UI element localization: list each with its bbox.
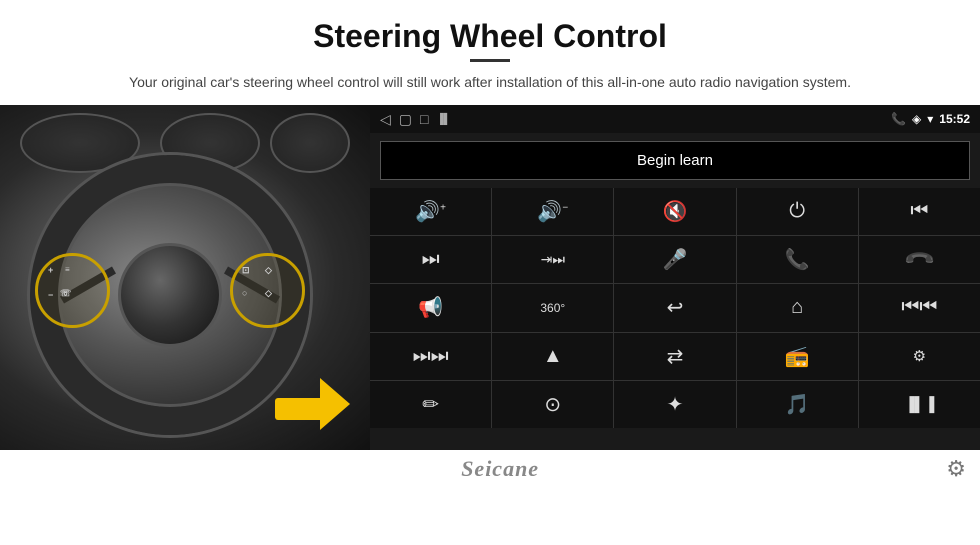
360-view-icon: 360° bbox=[540, 301, 565, 315]
mic-icon: 🎤 bbox=[663, 247, 688, 272]
prev-track-button[interactable]: ⏮ bbox=[859, 188, 980, 235]
skip-forward-icon: ⇥⏭ bbox=[541, 251, 565, 268]
bottom-bar: Seicane ⚙ bbox=[0, 450, 980, 488]
begin-learn-button[interactable]: Begin learn bbox=[380, 141, 970, 180]
seicane-logo: Seicane bbox=[461, 456, 539, 482]
vol-up-btn: + bbox=[48, 265, 53, 275]
signal-icon: ▐▌ bbox=[436, 114, 450, 125]
horn-icon: 📢 bbox=[418, 295, 443, 320]
bluetooth-icon: ✦ bbox=[667, 392, 684, 417]
volume-down-icon: 🔊− bbox=[537, 199, 568, 224]
recents-nav-icon[interactable]: □ bbox=[420, 111, 428, 127]
back-icon: ↩ bbox=[667, 295, 684, 320]
power-button[interactable]: ⏻ bbox=[737, 188, 858, 235]
phone-btn: ☏ bbox=[60, 288, 71, 299]
vol-dn-btn: − bbox=[48, 290, 53, 300]
page-title: Steering Wheel Control bbox=[0, 0, 980, 59]
music-icon: 🎵 bbox=[785, 392, 810, 417]
page-header: Steering Wheel Control Your original car… bbox=[0, 0, 980, 93]
swap-icon: ⇄ bbox=[667, 344, 684, 369]
back-button[interactable]: ↩ bbox=[614, 284, 735, 331]
arrow-container bbox=[260, 375, 360, 435]
back-nav-icon[interactable]: ◁ bbox=[380, 111, 391, 128]
equalizer-icon: ⚙ bbox=[913, 347, 926, 365]
edit-button[interactable]: ✏ bbox=[370, 381, 491, 428]
right-btn-1: ⊡ bbox=[242, 265, 250, 276]
swap-button[interactable]: ⇄ bbox=[614, 333, 735, 380]
android-screen: ◁ ▢ □ ▐▌ 📞 ◈ ▾ 15:52 Begin learn 🔊+ 🔊 bbox=[370, 105, 980, 450]
dashboard-right bbox=[270, 113, 350, 173]
spectrum-button[interactable]: ▐▌▐ bbox=[859, 381, 980, 428]
wheel-center bbox=[118, 243, 222, 347]
prev-track-icon: ⏮ bbox=[910, 200, 928, 223]
spectrum-icon: ▐▌▐ bbox=[905, 396, 935, 412]
navigate-button[interactable]: ▲ bbox=[492, 333, 613, 380]
control-grid: 🔊+ 🔊− 🔇 ⏻ ⏮ ⏭ ⇥⏭ 🎤 bbox=[370, 188, 980, 428]
fast-forward-button[interactable]: ⏭⏭ bbox=[370, 333, 491, 380]
page-subtitle: Your original car's steering wheel contr… bbox=[0, 72, 980, 93]
phone-call-icon: 📞 bbox=[785, 247, 810, 272]
navigate-icon: ▲ bbox=[543, 345, 563, 368]
home-nav-icon[interactable]: ▢ bbox=[399, 111, 412, 128]
right-btn-2: ◇ bbox=[265, 265, 272, 276]
hang-up-icon: 📞 bbox=[902, 242, 937, 277]
bluetooth-button[interactable]: ✦ bbox=[614, 381, 735, 428]
mute-button[interactable]: 🔇 bbox=[614, 188, 735, 235]
phone-call-button[interactable]: 📞 bbox=[737, 236, 858, 283]
hang-up-button[interactable]: 📞 bbox=[859, 236, 980, 283]
volume-down-button[interactable]: 🔊− bbox=[492, 188, 613, 235]
next-track-button[interactable]: ⏭ bbox=[370, 236, 491, 283]
circle-icon: ⊙ bbox=[544, 392, 561, 417]
rewind-button[interactable]: ⏮⏮ bbox=[859, 284, 980, 331]
right-btn-3: ○ bbox=[242, 288, 247, 298]
edit-icon: ✏ bbox=[422, 392, 439, 417]
button-circle-left bbox=[35, 253, 110, 328]
gear-settings-icon[interactable]: ⚙ bbox=[946, 456, 966, 482]
arrow-head bbox=[320, 378, 350, 430]
phone-status-icon: 📞 bbox=[891, 112, 906, 126]
volume-up-icon: 🔊+ bbox=[415, 199, 446, 224]
next-track-icon: ⏭ bbox=[422, 248, 440, 271]
wifi-icon: ▾ bbox=[927, 112, 933, 126]
power-icon: ⏻ bbox=[789, 200, 805, 223]
nav-icons: ◁ ▢ □ ▐▌ bbox=[380, 111, 451, 128]
360-view-button[interactable]: 360° bbox=[492, 284, 613, 331]
location-icon: ◈ bbox=[912, 112, 921, 126]
mode-btn: ≡ bbox=[65, 265, 70, 274]
home-icon: ⌂ bbox=[791, 296, 803, 319]
rewind-icon: ⏮⏮ bbox=[901, 296, 937, 319]
radio-button[interactable]: 📻 bbox=[737, 333, 858, 380]
status-time: 15:52 bbox=[939, 112, 970, 126]
fast-forward-icon: ⏭⏭ bbox=[413, 345, 449, 368]
volume-up-button[interactable]: 🔊+ bbox=[370, 188, 491, 235]
begin-learn-row: Begin learn bbox=[370, 133, 980, 188]
status-right: 📞 ◈ ▾ 15:52 bbox=[891, 112, 970, 126]
music-button[interactable]: 🎵 bbox=[737, 381, 858, 428]
circle-button[interactable]: ⊙ bbox=[492, 381, 613, 428]
home-button[interactable]: ⌂ bbox=[737, 284, 858, 331]
mute-icon: 🔇 bbox=[663, 199, 688, 224]
status-bar: ◁ ▢ □ ▐▌ 📞 ◈ ▾ 15:52 bbox=[370, 105, 980, 133]
skip-forward-button[interactable]: ⇥⏭ bbox=[492, 236, 613, 283]
equalizer-button[interactable]: ⚙ bbox=[859, 333, 980, 380]
title-divider bbox=[470, 59, 510, 62]
mic-button[interactable]: 🎤 bbox=[614, 236, 735, 283]
horn-button[interactable]: 📢 bbox=[370, 284, 491, 331]
content-area: + − ≡ ☏ ⊡ ◇ ○ ◇ ◁ ▢ □ ▐▌ 📞 ◈ ▾ bbox=[0, 105, 980, 450]
radio-icon: 📻 bbox=[785, 344, 810, 369]
right-btn-4: ◇ bbox=[265, 288, 272, 299]
photo-area: + − ≡ ☏ ⊡ ◇ ○ ◇ bbox=[0, 105, 370, 450]
